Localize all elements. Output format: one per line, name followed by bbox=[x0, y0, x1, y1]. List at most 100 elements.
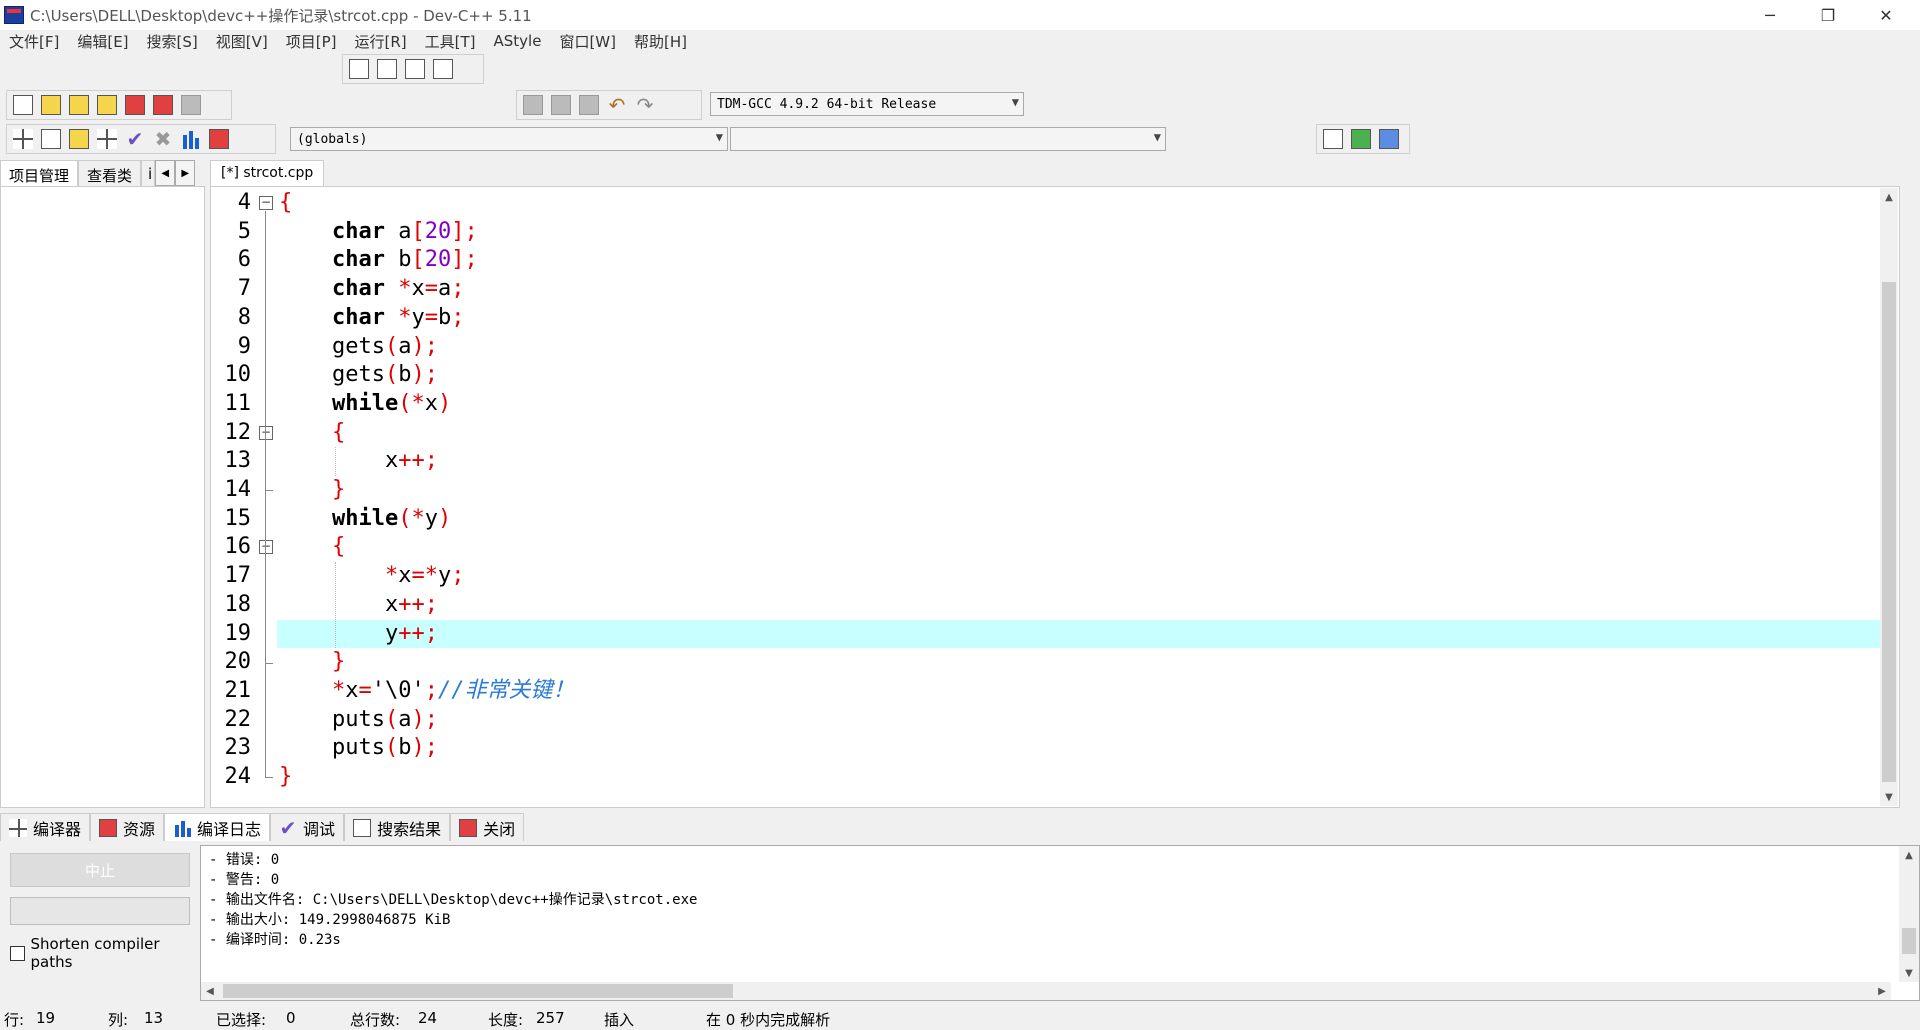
debug-icon bbox=[209, 129, 229, 149]
menu-edit[interactable]: 编辑[E] bbox=[68, 31, 137, 52]
tab-resources[interactable]: 资源 bbox=[90, 813, 165, 841]
new-file-button[interactable] bbox=[11, 93, 35, 117]
tab-scroll-left-button[interactable]: ◀ bbox=[155, 160, 176, 186]
status-selected-label: 已选择: bbox=[216, 1011, 267, 1029]
code-line-text: *x=*y; bbox=[279, 562, 465, 591]
code-line: } bbox=[211, 476, 1891, 505]
tab-scroll-right-button[interactable]: ▶ bbox=[175, 160, 196, 186]
log-scroll-left-arrow[interactable]: ◀ bbox=[201, 982, 219, 1000]
toggle-bookmark-button[interactable] bbox=[431, 57, 455, 81]
fold-toggle[interactable]: − bbox=[259, 425, 273, 440]
log-scroll-down-arrow[interactable]: ▼ bbox=[1899, 964, 1919, 982]
project-options-button[interactable] bbox=[1377, 127, 1401, 151]
log-scroll-right-arrow[interactable]: ▶ bbox=[1873, 982, 1891, 1000]
fold-line bbox=[265, 211, 266, 778]
restore-button[interactable]: ❐ bbox=[1800, 0, 1856, 30]
window-title: C:\Users\DELL\Desktop\devc++操作记录\strcot.… bbox=[30, 6, 532, 25]
tab-search-results[interactable]: 搜索结果 bbox=[344, 813, 451, 841]
scroll-down-arrow[interactable]: ▼ bbox=[1880, 788, 1898, 806]
save-button[interactable] bbox=[67, 93, 91, 117]
rebuild-all-button[interactable] bbox=[95, 127, 119, 151]
add-to-project-button[interactable] bbox=[1321, 127, 1345, 151]
goto-line-button[interactable] bbox=[403, 57, 427, 81]
compile-run-button[interactable] bbox=[67, 127, 91, 151]
scroll-up-arrow[interactable]: ▲ bbox=[1880, 188, 1898, 206]
tab-strcot-cpp[interactable]: [*] strcot.cpp bbox=[210, 160, 325, 186]
log-horizontal-scrollbar[interactable]: ◀ ▶ bbox=[201, 982, 1891, 1000]
fold-toggle[interactable]: − bbox=[259, 196, 273, 210]
tab-compiler[interactable]: 编译器 bbox=[0, 813, 91, 841]
close-file-button[interactable] bbox=[123, 93, 147, 117]
code-token: x bbox=[345, 677, 359, 703]
menu-search[interactable]: 搜索[S] bbox=[138, 31, 207, 52]
tab-debug[interactable]: ✔ 调试 bbox=[270, 813, 345, 841]
tab-debug-truncated[interactable]: i bbox=[141, 160, 156, 186]
code-token: y bbox=[424, 505, 438, 531]
tab-close-label: 关闭 bbox=[483, 819, 516, 839]
member-select[interactable]: ▼ bbox=[730, 127, 1166, 151]
find-next-button[interactable] bbox=[375, 57, 399, 81]
shorten-paths-label: Shorten compiler paths bbox=[30, 935, 160, 971]
open-file-button[interactable] bbox=[39, 93, 63, 117]
tab-close[interactable]: 关闭 bbox=[450, 813, 525, 841]
menu-file[interactable]: 文件[F] bbox=[0, 31, 68, 52]
tab-compile-log[interactable]: 编译日志 bbox=[164, 813, 271, 841]
code-token: a bbox=[384, 218, 412, 244]
code-token: ); bbox=[411, 333, 438, 359]
code-line-text: } bbox=[279, 763, 292, 792]
stop-button[interactable]: ✖ bbox=[151, 127, 175, 151]
close-all-button[interactable] bbox=[151, 93, 175, 117]
indent-button[interactable] bbox=[521, 93, 545, 117]
log-hscroll-thumb[interactable] bbox=[223, 984, 733, 998]
tab-class-browser[interactable]: 查看类 bbox=[78, 160, 142, 186]
code-line: gets(b); bbox=[211, 361, 1891, 390]
close-window-button[interactable]: ✕ bbox=[1858, 0, 1914, 30]
open-file-icon bbox=[41, 95, 61, 115]
code-line-text: char *y=b; bbox=[279, 304, 464, 333]
tab-project-manager[interactable]: 项目管理 bbox=[0, 160, 79, 186]
compile-log[interactable]: - 错误: 0 - 警告: 0 - 输出文件名: C:\Users\DELL\D… bbox=[200, 845, 1920, 1001]
menu-run[interactable]: 运行[R] bbox=[345, 31, 415, 52]
profile-button[interactable] bbox=[179, 127, 203, 151]
toggle-comment-button[interactable] bbox=[577, 93, 601, 117]
menu-window[interactable]: 窗口[W] bbox=[550, 31, 625, 52]
shorten-paths-row[interactable]: Shorten compiler paths bbox=[10, 935, 200, 971]
menu-view[interactable]: 视图[V] bbox=[207, 31, 277, 52]
menu-project[interactable]: 项目[P] bbox=[277, 31, 346, 52]
compiler-select[interactable]: TDM-GCC 4.9.2 64-bit Release ▼ bbox=[710, 92, 1024, 116]
menu-astyle[interactable]: AStyle bbox=[485, 32, 551, 50]
unindent-button[interactable] bbox=[549, 93, 573, 117]
undo-button[interactable]: ↶ bbox=[605, 93, 629, 117]
print-button[interactable] bbox=[179, 93, 203, 117]
compile-button[interactable] bbox=[11, 127, 35, 151]
abort-button[interactable]: 中止 bbox=[10, 853, 190, 887]
log-vertical-scrollbar[interactable]: ▲ ▼ bbox=[1899, 846, 1919, 982]
menu-tools[interactable]: 工具[T] bbox=[416, 31, 485, 52]
editor-vertical-scrollbar[interactable]: ▲ ▼ bbox=[1880, 188, 1898, 806]
code-line: x++; bbox=[211, 591, 1891, 620]
find-button[interactable] bbox=[347, 57, 371, 81]
code-line-text: puts(a); bbox=[279, 706, 438, 735]
minimize-button[interactable]: ─ bbox=[1742, 0, 1798, 30]
redo-button[interactable]: ↷ bbox=[633, 93, 657, 117]
menu-help[interactable]: 帮助[H] bbox=[625, 31, 696, 52]
run-button[interactable] bbox=[39, 127, 63, 151]
scope-select[interactable]: (globals) ▼ bbox=[290, 127, 728, 151]
code-line: { bbox=[211, 533, 1891, 562]
log-scroll-up-arrow[interactable]: ▲ bbox=[1899, 846, 1919, 864]
undo-icon: ↶ bbox=[608, 93, 626, 117]
log-vscroll-thumb[interactable] bbox=[1902, 928, 1916, 954]
code-token: [ bbox=[411, 247, 425, 273]
remove-from-project-button[interactable] bbox=[1349, 127, 1373, 151]
save-all-button[interactable] bbox=[95, 93, 119, 117]
fold-toggle[interactable]: − bbox=[259, 540, 273, 555]
debug-button[interactable] bbox=[207, 127, 231, 151]
shorten-paths-checkbox[interactable] bbox=[10, 945, 25, 961]
project-tree-panel[interactable] bbox=[0, 186, 205, 808]
code-editor[interactable]: 4{5 char a[20]; 6 char b[20]; 7 char *x=a;… bbox=[210, 186, 1900, 808]
code-token: { bbox=[331, 419, 346, 445]
scrollbar-thumb[interactable] bbox=[1882, 282, 1896, 782]
left-panel-tabs: 项目管理 查看类 i ◀ ▶ bbox=[0, 160, 208, 186]
syntax-check-button[interactable]: ✔ bbox=[123, 127, 147, 151]
